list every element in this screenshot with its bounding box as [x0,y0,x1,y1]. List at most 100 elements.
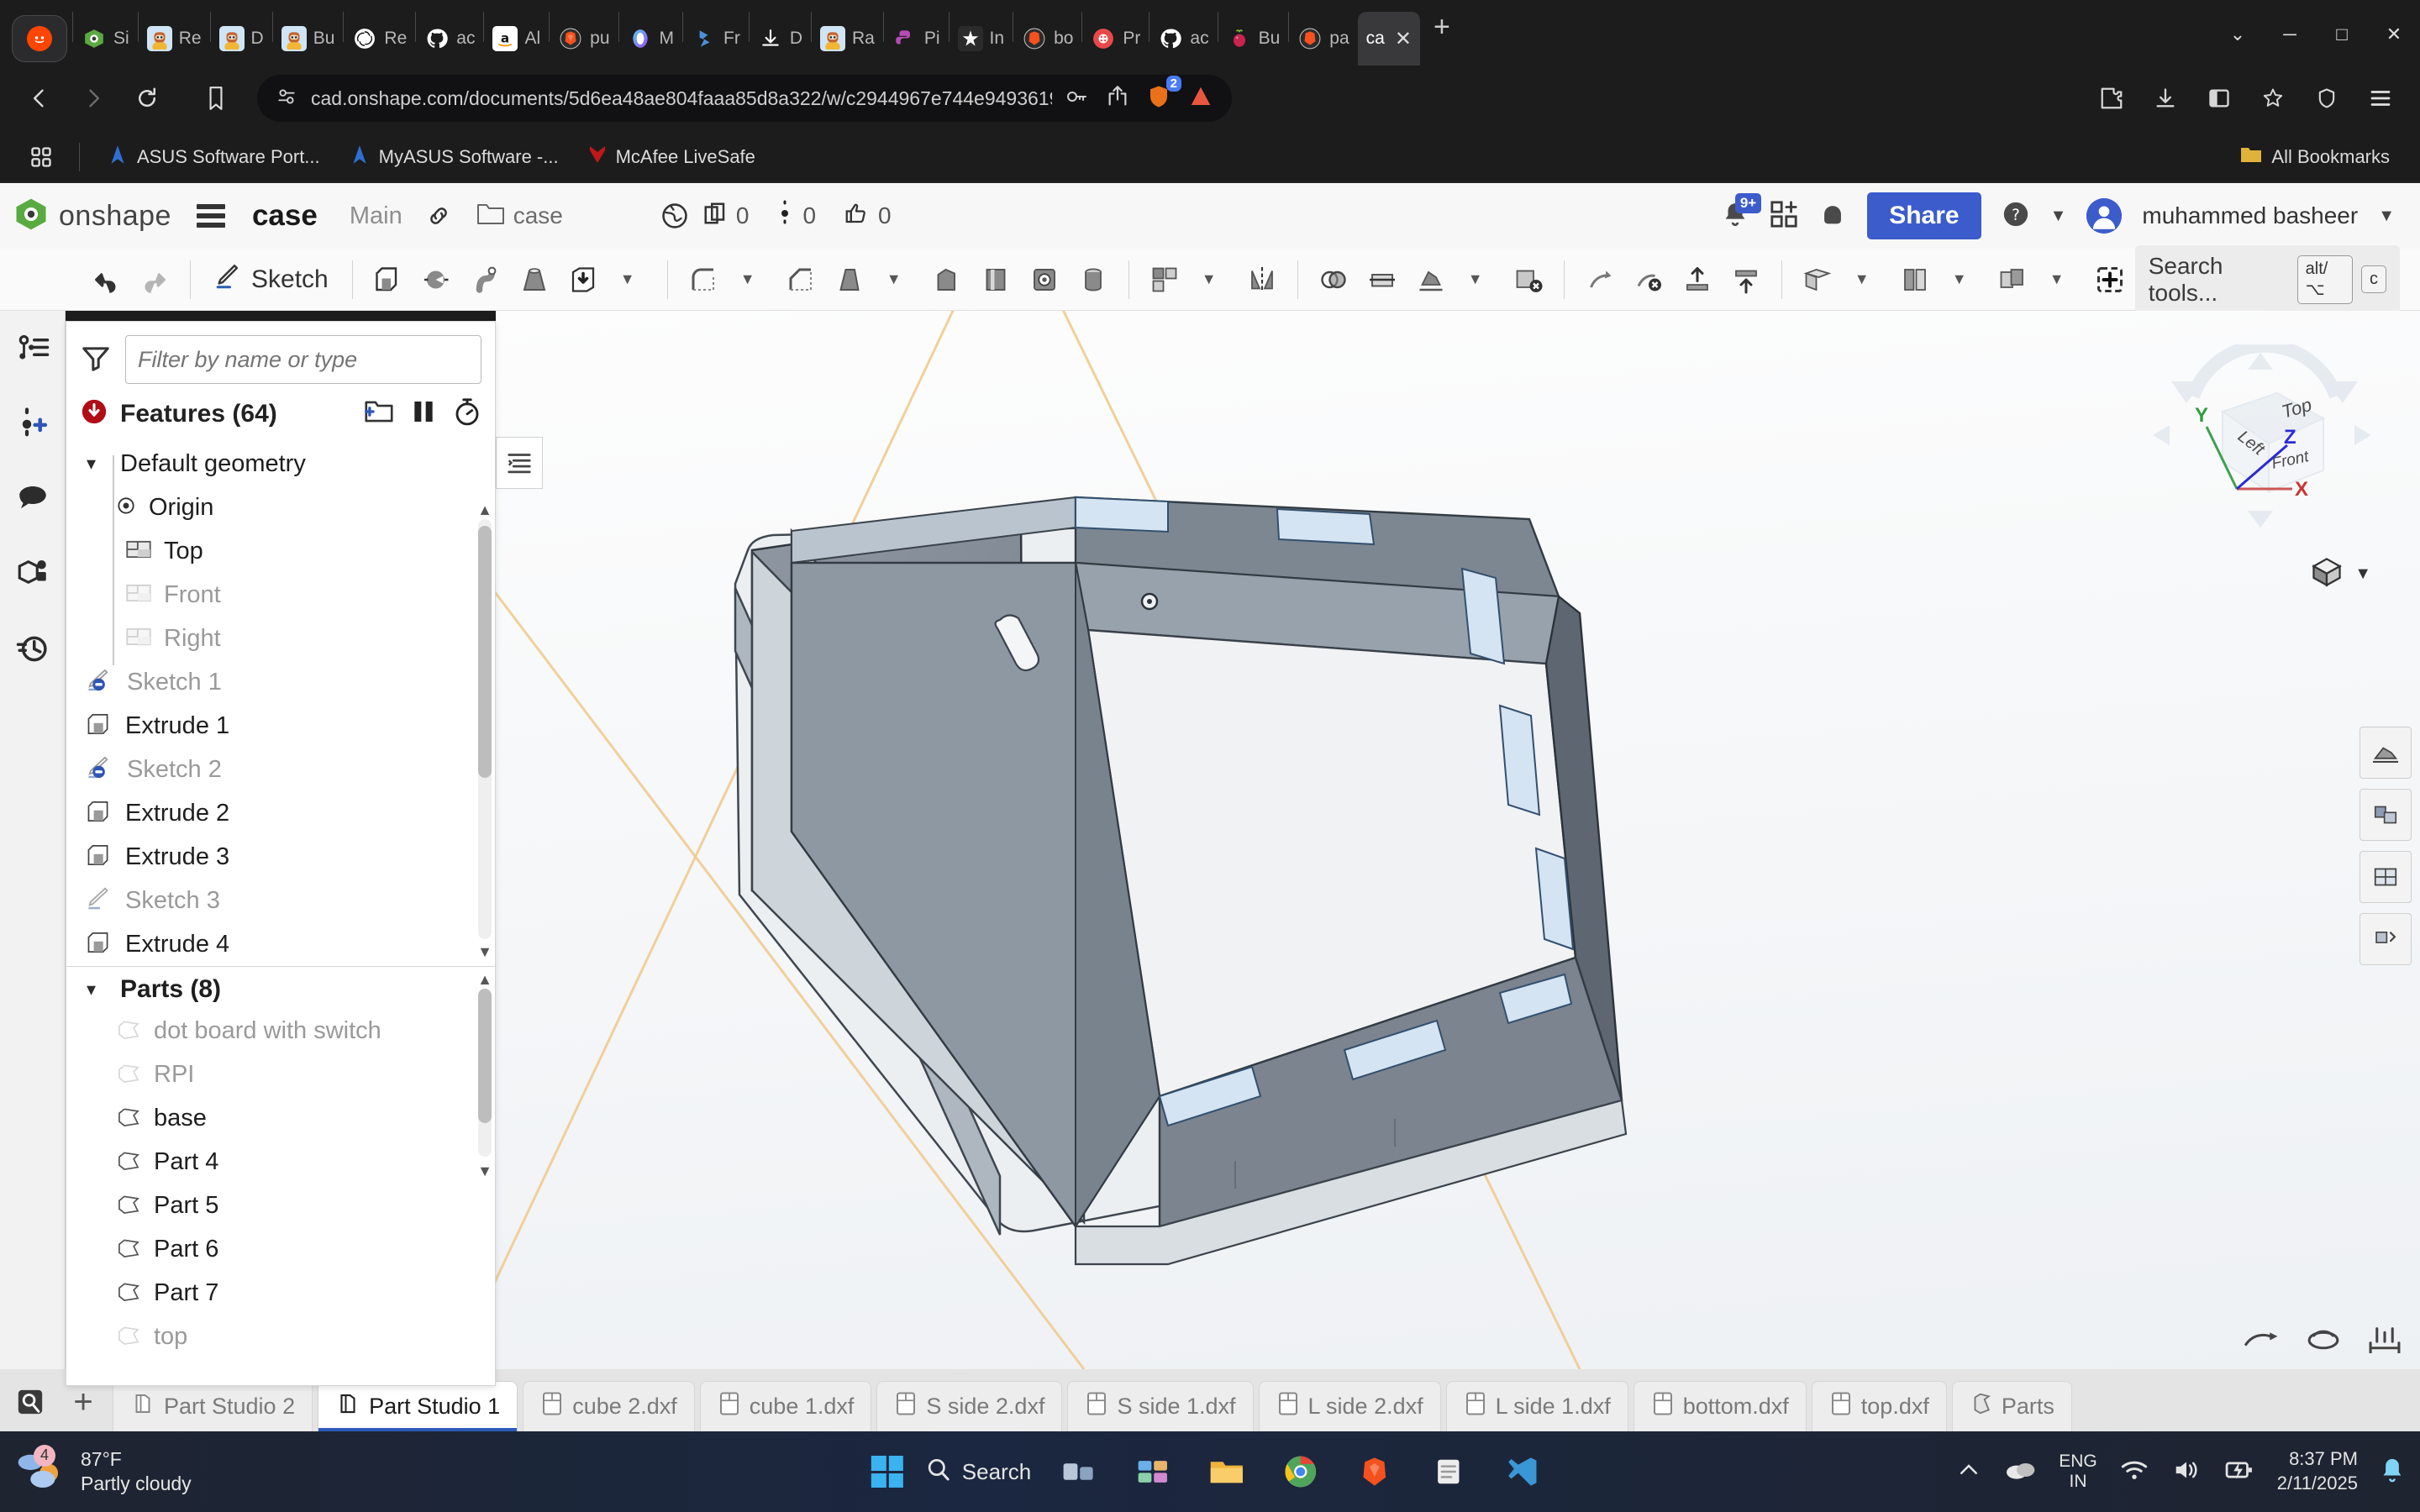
task-view-icon[interactable] [1053,1446,1105,1498]
feature-list-icon[interactable] [8,326,57,375]
section-view-icon[interactable] [2360,727,2412,779]
tab-l-side-2-dxf[interactable]: L side 2.dxf [1258,1381,1441,1431]
chevron-down-icon[interactable]: ▼ [2354,564,2371,584]
share-page-icon[interactable] [1106,85,1129,113]
transform-icon[interactable] [1407,254,1455,306]
tab-s-side-1-dxf[interactable]: S side 1.dxf [1067,1381,1254,1431]
browser-tab-3[interactable]: D [211,12,272,66]
add-custom-feature-icon[interactable] [2086,254,2133,306]
reload-icon[interactable] [126,77,168,119]
3d-model-canvas[interactable] [496,311,2420,1369]
import-icon[interactable] [1674,254,1721,306]
hole-icon[interactable] [1021,254,1068,306]
chevron-down-icon[interactable]: ▼ [608,254,655,306]
scroll-up-arrow[interactable]: ▲ [476,970,493,989]
battery-icon[interactable] [2223,1457,2255,1487]
feature-scrollbar[interactable] [478,519,492,939]
wifi-icon[interactable] [2119,1457,2149,1487]
list-item[interactable]: base [66,1096,495,1140]
chevron-down-icon[interactable]: ▼ [875,254,922,306]
3d-viewport[interactable]: Top Left Front X Y Z ▼ [496,311,2420,1369]
bookmark-myasus[interactable]: MyASUS Software -... [339,140,569,174]
browser-tab-1[interactable]: Si [73,12,138,66]
scrollbar-thumb[interactable] [478,989,492,1123]
help-icon[interactable]: ? [2002,200,2030,233]
all-bookmarks-label[interactable]: All Bookmarks [2271,143,2400,171]
copies-counter[interactable]: 0 [702,201,749,232]
new-tab-button[interactable]: + [1420,11,1464,55]
browser-tab-15[interactable]: bo [1013,12,1081,66]
maximize-button[interactable]: □ [2316,12,2368,57]
tree-item-extrude-3[interactable]: Extrude 3 [66,835,495,879]
plane-icon[interactable] [1794,254,1841,306]
feature-list-scroll[interactable]: ▾ Default geometry Origin Top Front Righ… [66,438,495,966]
document-title[interactable]: case [252,199,318,233]
chamfer-icon[interactable] [777,254,824,306]
list-item[interactable]: Part 7 [66,1271,495,1315]
vpn-shield-icon[interactable] [2306,77,2348,119]
browser-tab-17[interactable]: ac [1150,12,1217,66]
weather-widget[interactable]: 4 87°F Partly cloudy [15,1444,192,1498]
tab-parts[interactable]: Parts [1951,1381,2072,1431]
tab-s-side-2-dxf[interactable]: S side 2.dxf [876,1381,1063,1431]
likes-counter[interactable]: 0 [843,201,892,232]
user-chevron-down-icon[interactable]: ▼ [2378,207,2395,226]
chrome-icon[interactable] [1275,1446,1327,1498]
parts-header[interactable]: ▾ Parts (8) [66,967,495,1009]
browser-tab-4[interactable]: Bu [273,12,344,66]
list-item[interactable]: RPI [66,1053,495,1096]
history-icon[interactable] [8,622,57,670]
folder-breadcrumb[interactable]: case [476,202,563,231]
tree-item-extrude-2[interactable]: Extrude 2 [66,791,495,835]
notes-icon[interactable] [1423,1446,1475,1498]
taskbar-search[interactable]: Search [925,1456,1031,1488]
tray-expand-icon[interactable] [1956,1459,1981,1485]
render-mode-icon[interactable] [2360,851,2412,903]
browser-tab-13[interactable]: Pi [884,12,949,66]
learning-center-icon[interactable] [1818,200,1847,233]
bookmark-icon[interactable] [195,77,237,119]
forward-icon[interactable] [72,77,114,119]
delete-face-icon[interactable] [1625,254,1672,306]
mirror-icon[interactable] [1239,254,1286,306]
extensions-icon[interactable] [2091,77,2133,119]
volume-icon[interactable] [2171,1457,2202,1487]
rollback-pause-icon[interactable] [411,398,436,429]
extrude-icon[interactable] [365,254,412,306]
tree-item-origin[interactable]: Origin [66,486,495,529]
list-item[interactable]: top [66,1315,495,1358]
sketch-button[interactable]: Sketch [203,262,340,297]
browser-tab-9[interactable]: M [619,12,683,66]
start-button[interactable] [871,1456,903,1488]
browser-tab-7[interactable]: a Al [484,12,549,66]
boolean-icon[interactable] [1310,254,1357,306]
language-indicator[interactable]: ENG IN [2059,1452,2097,1492]
sweep-icon[interactable] [462,254,509,306]
link-icon[interactable] [426,203,451,228]
pattern-icon[interactable] [1141,254,1188,306]
undo-icon[interactable] [82,254,129,306]
omnibox[interactable]: cad.onshape.com/documents/5d6ea48ae804fa… [257,75,1232,122]
minimize-button[interactable]: ─ [2264,12,2316,57]
branch-name[interactable]: Main [350,202,402,230]
part-permissions-icon[interactable] [8,548,57,596]
filter-input[interactable] [125,335,481,384]
brave-icon[interactable] [1349,1446,1401,1498]
file-explorer-icon[interactable] [1201,1446,1253,1498]
shell-icon[interactable] [972,254,1019,306]
scrollbar-thumb[interactable] [478,526,492,778]
add-app-icon[interactable] [1770,200,1798,233]
tab-cube-1-dxf[interactable]: cube 1.dxf [699,1381,872,1431]
boss-icon[interactable] [1070,254,1117,306]
split-icon[interactable] [1359,254,1406,306]
address-bar-url[interactable]: cad.onshape.com/documents/5d6ea48ae804fa… [311,87,1052,110]
tree-item-sketch-2[interactable]: Sketch 2 [66,748,495,791]
apps-grid-icon[interactable] [20,136,62,178]
tab-top-dxf[interactable]: top.dxf [1811,1381,1947,1431]
avatar[interactable] [2086,198,2123,234]
display-mode-toggle[interactable]: ▼ [2309,556,2371,592]
tree-item-front-plane[interactable]: Front [66,573,495,617]
downloads-icon[interactable] [2144,77,2186,119]
move-face-icon[interactable] [1576,254,1623,306]
browser-tab-10[interactable]: Fr [683,12,749,66]
